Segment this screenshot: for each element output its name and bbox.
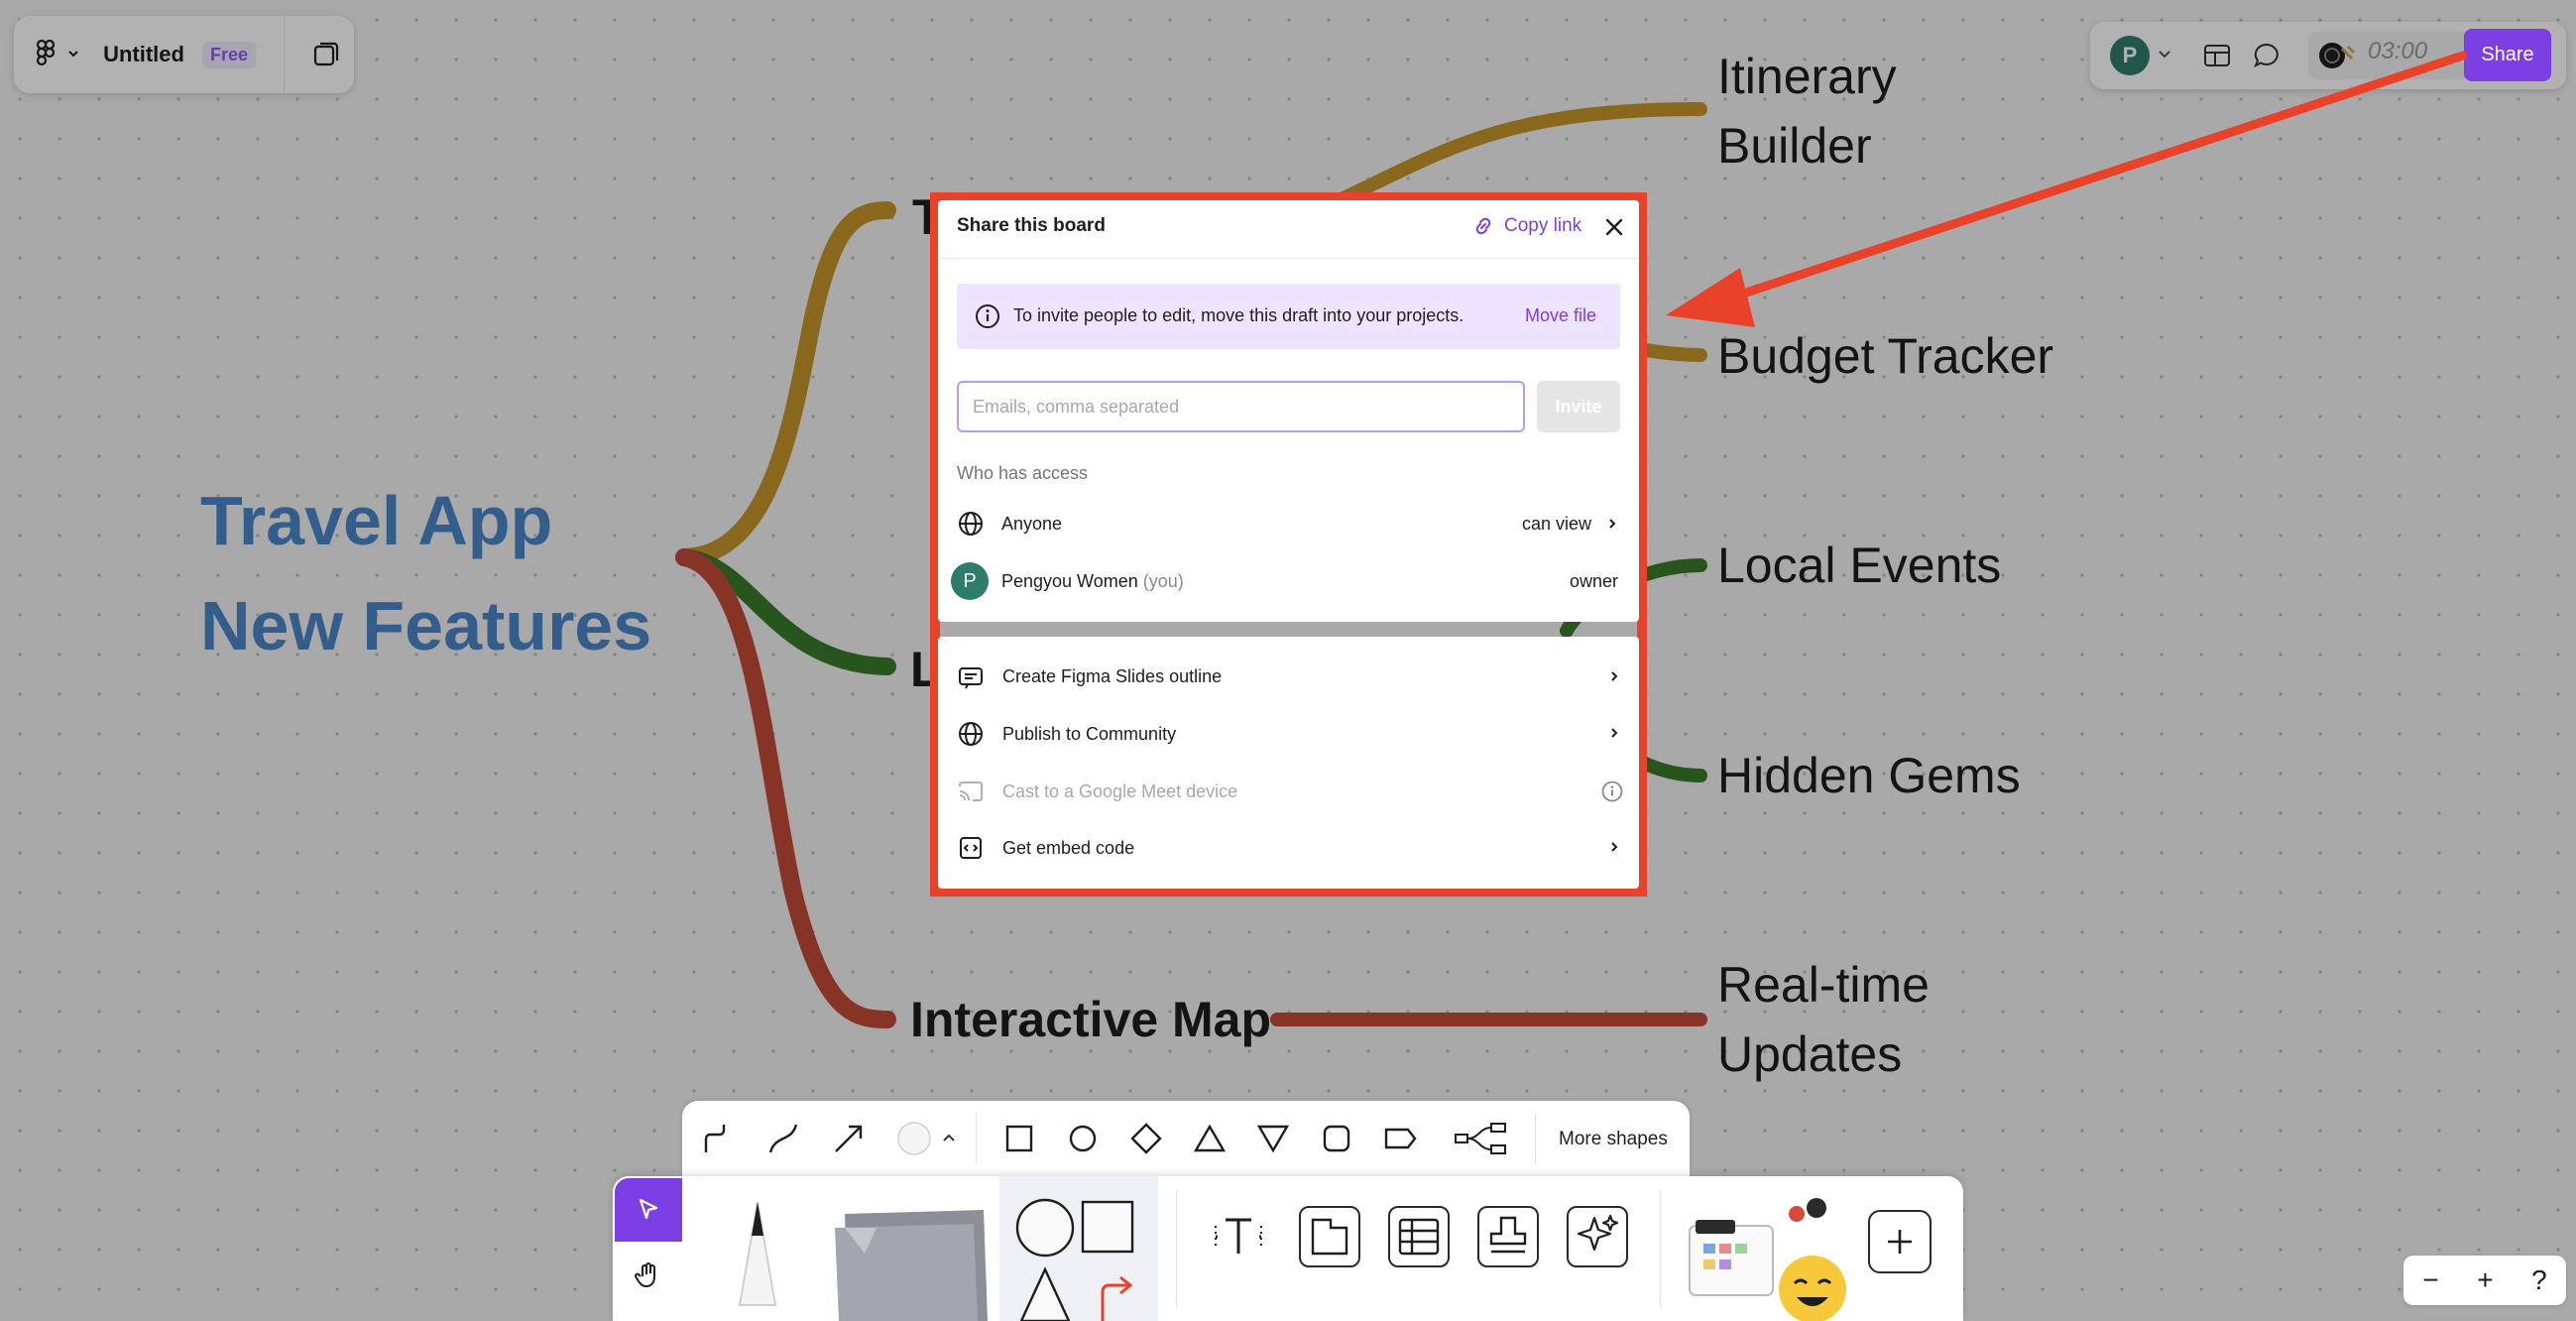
toolbar-divider (976, 1113, 977, 1164)
section-icon (1311, 1218, 1348, 1256)
chevron-right-icon (1611, 728, 1618, 738)
copy-link-button[interactable]: Copy link (1472, 215, 1581, 237)
chevron-right-icon (1611, 671, 1618, 681)
toolbar-divider (1535, 1113, 1536, 1164)
circle-shape-icon[interactable] (1065, 1121, 1101, 1156)
cast-icon (959, 781, 983, 801)
toolbar-divider (1176, 1190, 1177, 1307)
zoom-controls: − + ? (2403, 1256, 2566, 1305)
text-icon (1215, 1218, 1262, 1254)
banner-message: To invite people to edit, move this draf… (1013, 305, 1464, 325)
color-picker-icon[interactable] (896, 1121, 932, 1156)
stamp-icon (1489, 1216, 1527, 1254)
share-button[interactable]: Share (2464, 29, 2551, 81)
action-slides-label: Create Figma Slides outline (1002, 666, 1223, 686)
access-name-anyone: Anyone (1001, 514, 1063, 534)
zoom-in-button[interactable]: + (2477, 1264, 2493, 1296)
chevron-up-icon[interactable] (942, 1133, 956, 1142)
more-tools-button[interactable] (1868, 1210, 1932, 1273)
move-file-link[interactable]: Move file (1525, 305, 1596, 326)
owner-avatar: P (951, 562, 989, 600)
hand-tool-button[interactable] (615, 1244, 682, 1307)
ai-tool-button[interactable] (1567, 1206, 1628, 1267)
chevron-right-icon (1611, 842, 1618, 852)
rounded-rect-icon[interactable] (1319, 1121, 1354, 1156)
globe-icon (959, 722, 983, 746)
invite-button[interactable]: Invite (1537, 381, 1620, 432)
shapes-tool-icon (1015, 1198, 1134, 1321)
table-tool-button[interactable] (1388, 1206, 1450, 1267)
info-icon (976, 304, 999, 328)
access-row-owner: Pengyou Women (you) (1001, 571, 1184, 592)
sparkle-icon (1577, 1214, 1619, 1252)
pen-tool-icon[interactable] (700, 1186, 815, 1321)
info-icon[interactable] (1600, 780, 1624, 803)
access-section-label: Who has access (957, 463, 1089, 483)
zoom-out-button[interactable]: − (2422, 1264, 2438, 1296)
close-icon[interactable] (1601, 214, 1627, 240)
widgets-icon[interactable] (1686, 1186, 1854, 1321)
stamp-tool-button[interactable] (1477, 1206, 1539, 1267)
access-role-owner: owner (1570, 571, 1619, 591)
access-role-anyone[interactable]: can view (1522, 514, 1591, 535)
sticky-note-icon[interactable] (825, 1194, 994, 1321)
elbow-connector-icon[interactable] (700, 1121, 736, 1156)
hand-icon (635, 1262, 655, 1287)
owner-name: Pengyou Women (1001, 571, 1138, 591)
diamond-shape-icon[interactable] (1128, 1121, 1164, 1156)
tag-shape-icon[interactable] (1382, 1121, 1418, 1156)
chevron-right-icon (1609, 519, 1616, 529)
action-embed-label: Get embed code (1002, 838, 1135, 858)
plus-icon (1888, 1230, 1912, 1254)
email-input[interactable] (957, 381, 1525, 432)
mind-map-shape-icon[interactable] (1454, 1121, 1509, 1156)
table-icon (1398, 1218, 1440, 1256)
globe-icon (959, 512, 983, 536)
owner-you-tag: (you) (1142, 571, 1184, 591)
arrow-connector-icon[interactable] (831, 1121, 867, 1156)
dialog-title: Share this board (957, 215, 1106, 236)
link-icon (1475, 217, 1491, 235)
curved-connector-icon[interactable] (765, 1121, 801, 1156)
square-shape-icon[interactable] (1001, 1121, 1037, 1156)
action-cast-label: Cast to a Google Meet device (1002, 781, 1238, 801)
inverted-triangle-icon[interactable] (1255, 1121, 1291, 1156)
cursor-icon (639, 1198, 658, 1220)
more-shapes-button[interactable]: More shapes (1559, 1129, 1668, 1150)
help-button[interactable]: ? (2531, 1264, 2547, 1296)
select-tool-button[interactable] (615, 1178, 682, 1242)
dialog-divider (938, 258, 1639, 259)
copy-link-label: Copy link (1504, 215, 1582, 236)
section-tool-button[interactable] (1299, 1206, 1360, 1267)
text-tool-button[interactable] (1208, 1206, 1269, 1267)
triangle-shape-icon[interactable] (1192, 1121, 1228, 1156)
toolbar-divider (1660, 1190, 1661, 1307)
slides-icon (959, 667, 983, 689)
action-publish-label: Publish to Community (1002, 724, 1177, 744)
embed-code-icon (960, 837, 982, 859)
